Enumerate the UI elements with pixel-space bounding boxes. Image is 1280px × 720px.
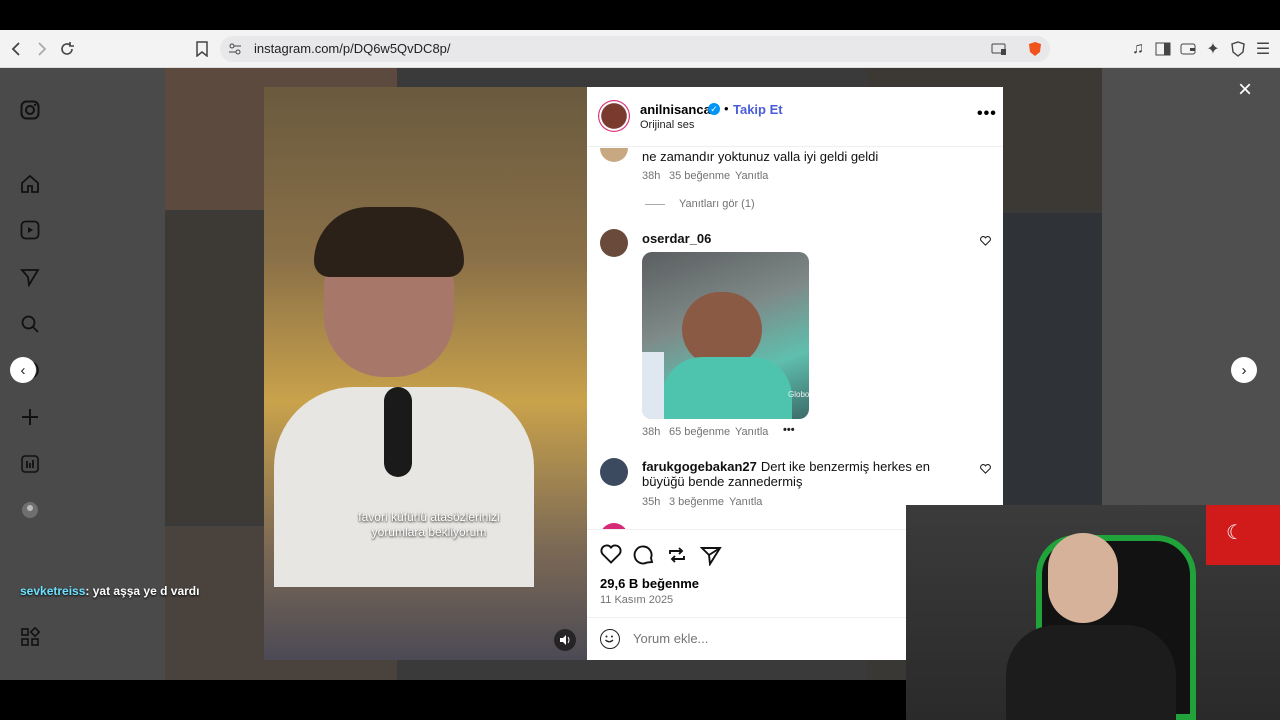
webcam-person-face <box>1048 533 1118 623</box>
like-count[interactable]: 29,6 B beğenme <box>600 576 699 591</box>
comment-bubble-icon[interactable] <box>633 544 655 566</box>
profile-icon[interactable] <box>18 498 42 522</box>
video-person-hair <box>314 207 464 277</box>
webcam-person-body <box>1006 625 1176 720</box>
comment-reply-button[interactable]: Yanıtla <box>735 426 768 438</box>
mute-toggle-icon[interactable] <box>554 629 576 651</box>
next-post-button[interactable]: › <box>1231 357 1257 383</box>
sidebar-icon[interactable] <box>1152 38 1174 60</box>
browser-toolbar: instagram.com/p/DQ6w5QvDC8p/ ♫ ✦ ☰ <box>0 30 1280 68</box>
comment-gif[interactable]: Globo <box>642 252 809 419</box>
forward-icon[interactable] <box>30 38 52 60</box>
comment-username[interactable]: farukgogebakan27 <box>642 459 757 474</box>
comment-time: 38h <box>642 426 661 438</box>
author-avatar[interactable] <box>598 100 630 132</box>
like-heart-icon[interactable] <box>600 544 622 566</box>
video-microphone <box>384 387 412 477</box>
verified-badge-icon: ✓ <box>708 103 720 115</box>
replies-divider <box>645 204 665 205</box>
flag-crescent-star-icon: ☾ <box>1226 522 1244 544</box>
dashboard-icon[interactable] <box>18 452 42 476</box>
comment-body: farukgogebakan27 Dert ike benzermiş herke… <box>642 459 952 489</box>
chat-username: sevketreiss <box>20 584 86 598</box>
gif-watermark: Globo <box>788 390 809 399</box>
video-subtitle: favori küfürlü atasözlerinizi yorumlara … <box>358 510 500 539</box>
comment-time: 35h <box>642 496 661 508</box>
home-icon[interactable] <box>18 172 42 196</box>
comment-avatar[interactable] <box>600 458 628 486</box>
back-icon[interactable] <box>6 38 28 60</box>
comment-text: ne zamandır yoktunuz valla iyi geldi gel… <box>642 149 879 164</box>
direct-icon[interactable] <box>18 265 42 289</box>
share-icon[interactable] <box>699 544 722 567</box>
comment-time: 38h <box>642 170 661 182</box>
reels-icon[interactable] <box>18 218 42 242</box>
comment-avatar[interactable] <box>600 229 628 257</box>
comments-list[interactable]: ne zamandır yoktunuz valla iyi geldi gel… <box>587 148 1003 529</box>
comment-reply-button[interactable]: Yanıtla <box>735 170 768 182</box>
close-icon[interactable]: × <box>1234 78 1256 102</box>
follow-button[interactable]: Takip Et <box>733 102 783 117</box>
comment-reply-button[interactable]: Yanıtla <box>729 496 762 508</box>
view-replies-button[interactable]: Yanıtları gör (1) <box>679 198 755 210</box>
comment-like-heart-icon[interactable] <box>980 236 992 248</box>
author-username[interactable]: anilnisancali <box>640 102 718 117</box>
cast-icon[interactable] <box>988 38 1010 60</box>
previous-post-button[interactable]: ‹ <box>10 357 36 383</box>
comment-likes[interactable]: 3 beğenme <box>669 496 724 508</box>
comment-likes[interactable]: 35 beğenme <box>669 170 730 182</box>
create-icon[interactable] <box>18 405 42 429</box>
bottom-black-bar <box>0 680 906 720</box>
reel-video[interactable]: favori küfürlü atasözlerinizi yorumlara … <box>264 87 587 660</box>
instagram-logo-icon[interactable] <box>18 98 42 122</box>
comment-like-heart-icon[interactable] <box>980 464 992 476</box>
chat-text: : yat aşşa ye d vardı <box>85 584 200 598</box>
reload-icon[interactable] <box>56 38 78 60</box>
post-options-button[interactable]: ••• <box>977 105 997 123</box>
bookmark-icon[interactable] <box>191 38 213 60</box>
comment-likes[interactable]: 65 beğenme <box>669 426 730 438</box>
stream-chat-message: sevketreiss: yat aşşa ye d vardı <box>20 584 199 598</box>
post-date: 11 Kasım 2025 <box>600 594 674 606</box>
post-header: anilnisancali ✓ • Takip Et Orijinal ses … <box>587 87 1003 147</box>
separator-dot: • <box>724 101 729 116</box>
repost-icon[interactable] <box>666 544 688 566</box>
url-text: instagram.com/p/DQ6w5QvDC8p/ <box>254 41 451 56</box>
more-icon[interactable] <box>18 625 42 649</box>
original-audio-link[interactable]: Orijinal ses <box>640 119 694 131</box>
address-bar[interactable]: instagram.com/p/DQ6w5QvDC8p/ <box>220 36 1050 62</box>
comment-avatar[interactable] <box>600 148 628 162</box>
comment-username[interactable]: oserdar_06 <box>642 231 715 246</box>
emoji-icon[interactable] <box>600 629 620 649</box>
vpn-icon[interactable] <box>1227 38 1249 60</box>
menu-icon[interactable]: ☰ <box>1252 38 1274 60</box>
streamer-webcam: ☾ <box>906 505 1280 720</box>
gif-bottle <box>642 352 664 419</box>
comment-options-button[interactable]: ••• <box>783 424 795 436</box>
music-icon[interactable]: ♫ <box>1127 38 1149 60</box>
site-settings-icon[interactable] <box>224 38 246 60</box>
wallet-icon[interactable] <box>1177 38 1199 60</box>
comment-input[interactable] <box>633 631 933 646</box>
search-icon[interactable] <box>18 312 42 336</box>
brave-shield-icon[interactable] <box>1024 38 1046 60</box>
window-top-bar <box>0 0 1280 30</box>
gif-person-shirt <box>662 357 792 419</box>
leo-ai-icon[interactable]: ✦ <box>1202 38 1224 60</box>
gif-person-head <box>682 292 762 367</box>
